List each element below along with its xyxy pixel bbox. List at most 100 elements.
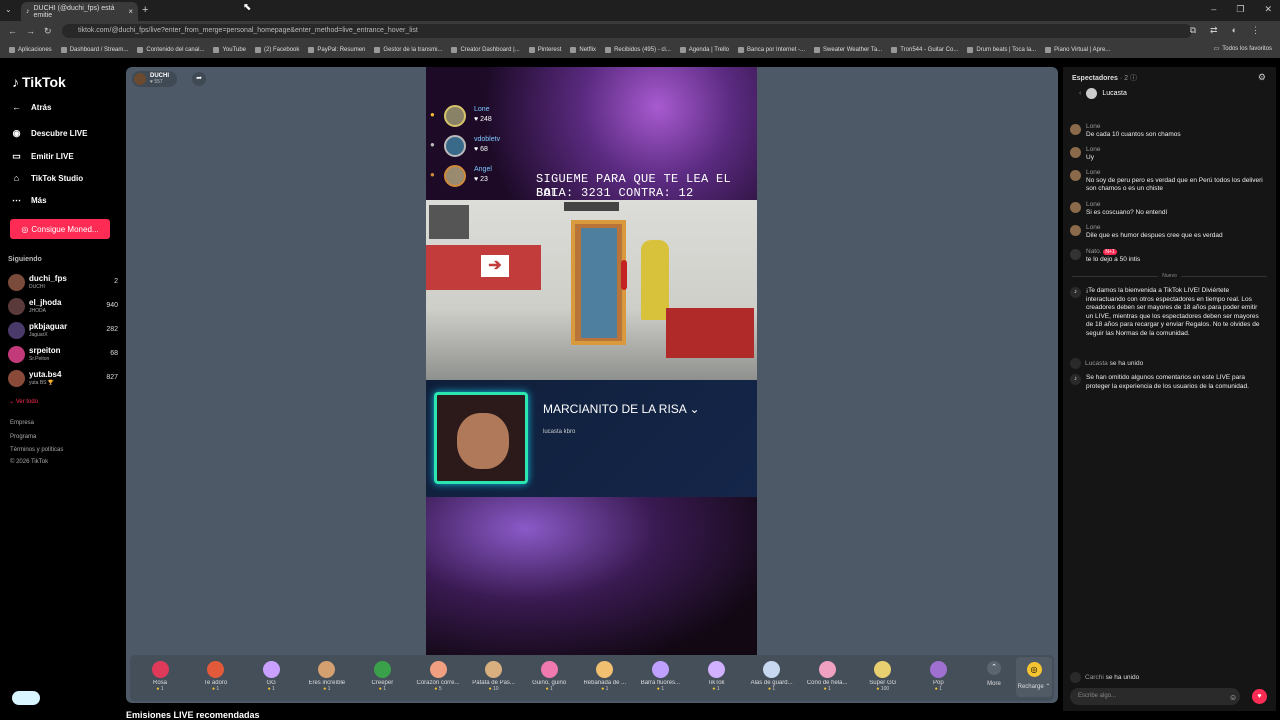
forward-icon[interactable]: → xyxy=(26,26,36,36)
gift-item[interactable]: Te adoro ● 1 xyxy=(189,661,243,692)
gift-price: ● 1 xyxy=(633,686,687,692)
get-coins-button[interactable]: ◎ Consigue Moned... xyxy=(10,219,110,239)
menu-icon[interactable]: ⋮ xyxy=(1251,25,1260,36)
all-bookmarks[interactable]: ▭ Todos los favoritos xyxy=(1214,45,1272,53)
nav-more[interactable]: ⋯ Más xyxy=(10,195,47,206)
gift-item[interactable]: GG ● 1 xyxy=(244,661,298,692)
nav-go-live[interactable]: ▭ Emitir LIVE xyxy=(10,151,73,162)
gift-item[interactable]: Rosa ● 1 xyxy=(133,661,187,692)
browser-tab-active[interactable]: ♪ DUCHI (@duchi_fps) está emitie × xyxy=(21,2,138,21)
gift-price-value: 1 xyxy=(383,686,386,692)
gift-item[interactable]: Pop ● 1 xyxy=(911,661,965,692)
recharge-button[interactable]: ◎ Recharge ⌃ xyxy=(1016,657,1052,697)
bookmark-item[interactable]: PayPal: Resumen xyxy=(308,46,366,53)
avatar xyxy=(444,135,466,157)
gift-price: ● 1 xyxy=(355,686,409,692)
bookmark-item[interactable]: Drum beats | Toca la... xyxy=(967,46,1036,53)
address-bar-row: ← → ↻ tiktok.com/@duchi_fps/live?enter_f… xyxy=(0,21,1280,41)
bookmark-item[interactable]: (2) Facebook xyxy=(255,46,299,53)
gift-item[interactable]: Patata de Pas... ● 10 xyxy=(467,661,521,692)
footer-link-company[interactable]: Empresa xyxy=(10,420,34,426)
bookmark-item[interactable]: YouTube xyxy=(213,46,246,53)
new-messages-divider: Nuevo xyxy=(1072,273,1267,279)
minimize-icon[interactable]: – xyxy=(1211,4,1216,15)
gift-item[interactable]: Guiño, guiño ● 1 xyxy=(522,661,576,692)
close-window-icon[interactable]: ✕ xyxy=(1264,4,1272,15)
tiktok-logo[interactable]: ♪ TikTok xyxy=(12,74,66,90)
gift-item[interactable]: Super GG ● 100 xyxy=(856,661,910,692)
gift-icon xyxy=(929,661,947,678)
nav-discover-live[interactable]: ◉ Descubre LIVE xyxy=(10,128,88,139)
bookmark-item[interactable]: Contenido del canal... xyxy=(137,46,204,53)
viewers-header: Espectadores · 2 ⓘ xyxy=(1072,73,1137,83)
gift-item[interactable]: Rebanada de ... ● 1 xyxy=(578,661,632,692)
bookmark-item[interactable]: Pinterest xyxy=(528,46,561,53)
streamer-chip[interactable]: DUCHI ♥ 557 xyxy=(132,71,177,87)
gift-price-value: 10 xyxy=(493,686,499,692)
gift-item[interactable]: TikTok ● 1 xyxy=(689,661,743,692)
gift-item[interactable]: Eres increíble ● 1 xyxy=(300,661,354,692)
bookmark-item[interactable]: Tron544 - Guitar Co... xyxy=(891,46,959,53)
emoji-icon[interactable]: ☺ xyxy=(1229,693,1237,702)
nav-tiktok-studio[interactable]: ⌂ TikTok Studio xyxy=(10,173,83,183)
bookmark-item[interactable]: Netflix xyxy=(570,46,596,53)
chat-message[interactable]: Nato. N+1 te lo dejo a 50 intis xyxy=(1070,248,1266,264)
following-item[interactable]: duchi_fps DUCHI 2 xyxy=(8,273,120,293)
chat-message[interactable]: Lone Dile que es humor despues cree que … xyxy=(1070,224,1266,240)
chat-message[interactable]: Lone De cada 10 cuantos son chamos xyxy=(1070,123,1266,139)
gift-item[interactable]: Barra fluores... ● 1 xyxy=(633,661,687,692)
chat-message[interactable]: Lone No soy de peru pero es verdad que e… xyxy=(1070,169,1266,193)
tab-close-icon[interactable]: × xyxy=(128,7,133,16)
chat-message[interactable]: Lone Si es coscuano? No entendí xyxy=(1070,201,1266,217)
maximize-icon[interactable]: ❐ xyxy=(1236,4,1244,15)
download-app-badge[interactable] xyxy=(12,691,40,705)
reload-icon[interactable]: ↻ xyxy=(44,26,54,37)
bookmark-item[interactable]: Banca por Internet -... xyxy=(738,46,805,53)
gift-icon xyxy=(874,661,892,678)
gift-item[interactable]: Corazón corre... ● 5 xyxy=(411,661,465,692)
new-tab-button[interactable]: + xyxy=(142,4,148,16)
footer-link-program[interactable]: Programa xyxy=(10,434,36,440)
gift-item[interactable]: Alas de guard... ● 1 xyxy=(745,661,799,692)
bookmark-item[interactable]: Creator Dashboard |... xyxy=(451,46,520,53)
chat-message[interactable]: Lone Uy xyxy=(1070,146,1266,162)
bookmark-item[interactable]: Sweater Weather Ta... xyxy=(814,46,882,53)
following-item[interactable]: pkbjaguar JaguarX 282 xyxy=(8,321,120,341)
chat-input[interactable]: Escribe algo... xyxy=(1070,688,1240,705)
url-input[interactable]: tiktok.com/@duchi_fps/live?enter_from_me… xyxy=(62,24,1192,38)
see-all-link[interactable]: ⌄ Ver todo xyxy=(9,398,38,405)
bookmark-item[interactable]: Recibidos (495) - cl... xyxy=(605,46,671,53)
avatar xyxy=(444,165,466,187)
card-title: MARCIANITO DE LA RISA ⌄ xyxy=(543,402,700,416)
live-video[interactable]: ● Lone ♥ 248 ● vdobletv ♥ 68 ● Angel ♥ 2… xyxy=(426,67,757,655)
following-item[interactable]: srpeiton Sr.Peiton 68 xyxy=(8,345,120,365)
bookmark-item[interactable]: Aplicaciones xyxy=(9,46,52,53)
tab-search-icon[interactable]: ⌄ xyxy=(5,5,12,14)
bookmark-item[interactable]: Dashboard / Stream... xyxy=(60,46,128,53)
profile-icon[interactable]: ◐ xyxy=(1232,25,1237,36)
bookmark-item[interactable]: Gestor de la transmi... xyxy=(374,46,442,53)
viewer-item[interactable]: ‹ Lucasta xyxy=(1079,88,1127,99)
bookmark-label: Tron544 - Guitar Co... xyxy=(900,46,959,53)
more-gifts-button[interactable]: ⌃ More xyxy=(979,661,1009,687)
install-app-icon[interactable]: ⧉ xyxy=(1190,25,1196,36)
avatar xyxy=(1070,202,1081,213)
following-item[interactable]: el_jhoda JHODA 940 xyxy=(8,297,120,317)
card-title-text: MARCIANITO DE LA RISA xyxy=(543,402,687,416)
like-heart-icon[interactable]: ♥ xyxy=(1252,689,1267,704)
bookmark-label: PayPal: Resumen xyxy=(317,46,366,53)
bookmark-item[interactable]: Agenda | Trello xyxy=(679,46,729,53)
footer-link-terms[interactable]: Términos y políticas xyxy=(10,447,63,453)
bookmark-item[interactable]: Piano Virtual | Apre... xyxy=(1045,46,1110,53)
more-label: More xyxy=(987,681,1001,687)
nav-back[interactable]: ← Atrás xyxy=(10,102,51,112)
bookmark-favicon-icon xyxy=(255,46,262,53)
extensions-icon[interactable]: ⇄ xyxy=(1210,25,1218,36)
gift-item[interactable]: Cono de hela... ● 1 xyxy=(800,661,854,692)
settings-gear-icon[interactable]: ⚙ xyxy=(1258,72,1266,83)
gift-item[interactable]: Creeper ● 1 xyxy=(355,661,409,692)
following-item[interactable]: yuta.bs4 yuta BS 🏆 827 xyxy=(8,369,120,389)
share-icon[interactable]: ➦ xyxy=(192,72,206,86)
back-icon[interactable]: ← xyxy=(8,26,18,36)
chat-text: Dile que es humor despues cree que es ve… xyxy=(1086,232,1223,239)
